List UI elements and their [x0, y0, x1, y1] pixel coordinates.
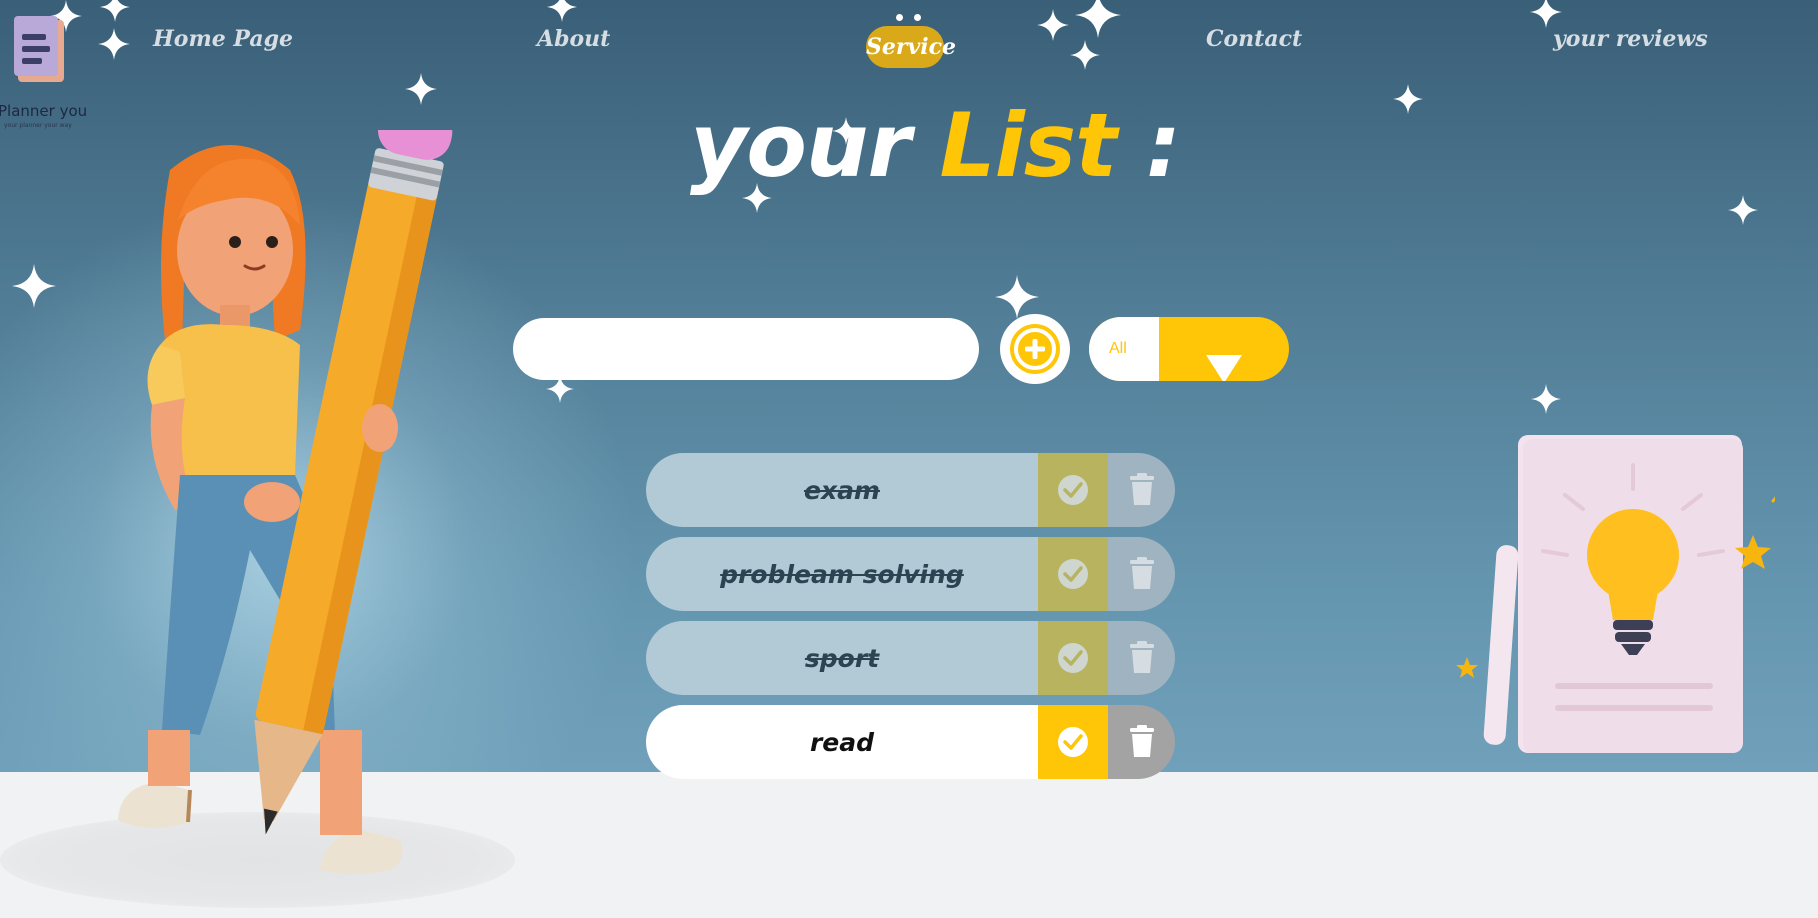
delete-button[interactable]	[1108, 705, 1175, 779]
sparkle-icon	[405, 73, 437, 105]
complete-button[interactable]	[1038, 705, 1108, 779]
complete-button[interactable]	[1038, 453, 1108, 527]
brand-tagline: your planner your way	[4, 122, 72, 129]
active-indicator-dots	[896, 14, 926, 22]
delete-button[interactable]	[1108, 537, 1175, 611]
triangle-down-icon	[1206, 355, 1242, 381]
page-title: your List :	[690, 102, 1181, 190]
sparkle-icon	[1070, 40, 1100, 70]
brand-name: Planner you	[0, 102, 88, 120]
sparkle-icon	[1531, 384, 1561, 414]
todo-text: probleam solving	[646, 537, 1038, 611]
trash-icon	[1130, 641, 1154, 673]
plus-circle-icon	[1014, 328, 1056, 370]
complete-button[interactable]	[1038, 537, 1108, 611]
title-part-your: your	[690, 94, 911, 197]
girl-with-pencil-illustration	[118, 130, 453, 874]
filter-select[interactable]: All	[1089, 317, 1289, 381]
trash-icon	[1130, 473, 1154, 505]
brand-logo[interactable]: Planner you your planner your way	[0, 16, 90, 129]
check-icon	[1063, 734, 1083, 750]
todo-item: sport	[646, 621, 1175, 695]
add-task-button[interactable]	[1000, 314, 1070, 384]
nav-contact[interactable]: Contact	[1206, 26, 1302, 52]
todo-text: exam	[646, 453, 1038, 527]
complete-button[interactable]	[1038, 621, 1108, 695]
sparkle-icon	[1728, 195, 1758, 225]
title-colon: :	[1145, 94, 1181, 197]
title-part-list: List	[939, 94, 1118, 197]
sparkle-icon	[12, 264, 56, 308]
todo-text: sport	[646, 621, 1038, 695]
filter-selected-value: All	[1089, 317, 1159, 381]
check-icon	[1063, 482, 1083, 498]
lightbulb-card-illustration	[1456, 435, 1775, 753]
notebook-logo-icon	[14, 16, 64, 82]
todo-text: read	[646, 705, 1038, 779]
sparkle-icon	[1393, 84, 1423, 114]
trash-icon	[1130, 725, 1154, 757]
todo-item: read	[646, 705, 1175, 779]
check-icon	[1063, 650, 1083, 666]
delete-button[interactable]	[1108, 621, 1175, 695]
nav-home-page[interactable]: Home Page	[153, 26, 293, 52]
sparkle-icon	[98, 28, 130, 60]
nav-service[interactable]: Service	[866, 26, 956, 68]
todo-item: probleam solving	[646, 537, 1175, 611]
sparkle-icon	[1530, 0, 1562, 28]
sparkle-icon	[100, 0, 130, 22]
task-input[interactable]	[513, 318, 979, 380]
trash-icon	[1130, 557, 1154, 589]
sparkle-icon	[1075, 0, 1121, 38]
sparkle-icon	[1037, 9, 1069, 41]
nav-about[interactable]: About	[537, 26, 610, 52]
sparkle-icon	[995, 275, 1039, 319]
todo-item: exam	[646, 453, 1175, 527]
sparkle-icon	[547, 0, 577, 22]
check-icon	[1063, 566, 1083, 582]
delete-button[interactable]	[1108, 453, 1175, 527]
nav-your-reviews[interactable]: your reviews	[1553, 26, 1708, 52]
